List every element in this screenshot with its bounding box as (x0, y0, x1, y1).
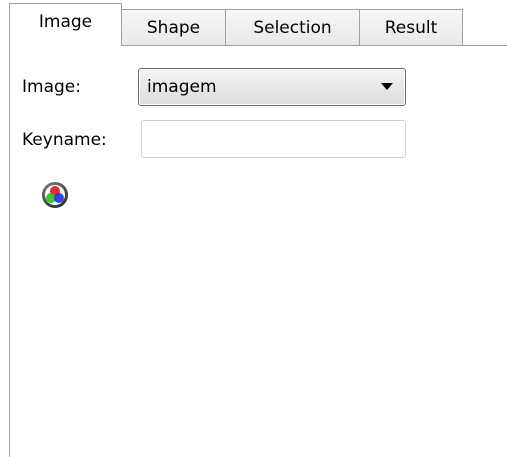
image-select[interactable]: imagem (138, 68, 406, 106)
rgb-color-button[interactable] (40, 180, 70, 210)
keyname-input[interactable] (141, 120, 406, 158)
image-label: Image: (22, 77, 81, 97)
keyname-label: Keyname: (22, 130, 107, 150)
tab-shape[interactable]: Shape (121, 9, 226, 45)
tab-bar: Image Shape Selection Result (0, 0, 507, 46)
tab-result[interactable]: Result (359, 9, 463, 45)
rgb-color-icon (42, 182, 68, 208)
tab-panel-image (9, 45, 507, 457)
tab-result-label: Result (384, 17, 438, 38)
tab-image-label: Image (38, 12, 93, 32)
image-select-value: imagem (147, 77, 217, 97)
chevron-down-icon (381, 83, 393, 90)
tab-shape-label: Shape (146, 17, 201, 38)
tab-selection[interactable]: Selection (225, 9, 360, 45)
tab-image[interactable]: Image (9, 3, 122, 46)
tab-selection-label: Selection (253, 17, 332, 38)
